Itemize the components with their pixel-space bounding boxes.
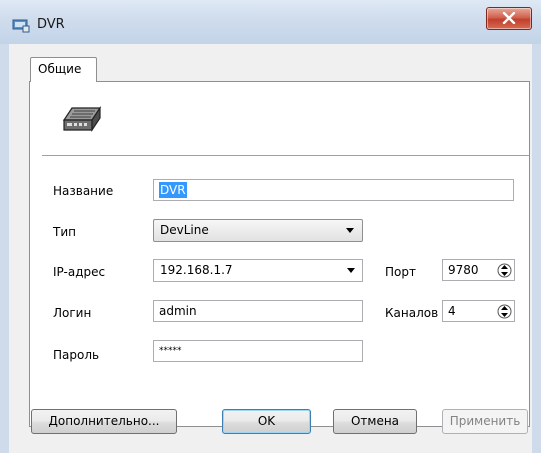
- type-label: Тип: [53, 225, 76, 239]
- close-button[interactable]: [486, 7, 532, 30]
- port-spinbox-value: 9780: [448, 263, 479, 277]
- close-icon: [502, 12, 516, 24]
- login-input[interactable]: admin: [153, 300, 363, 322]
- apply-button[interactable]: Применить: [442, 409, 528, 434]
- ip-combo[interactable]: 192.168.1.7: [153, 259, 363, 282]
- dvr-device-icon: [62, 102, 102, 139]
- cancel-button[interactable]: Отмена: [333, 409, 417, 434]
- ip-label: IP-адрес: [53, 265, 106, 279]
- port-spinbox[interactable]: 9780: [442, 259, 515, 281]
- window-title: DVR: [37, 17, 65, 32]
- port-label: Порт: [385, 265, 416, 279]
- login-label: Логин: [53, 306, 92, 320]
- password-input-value: *****: [159, 346, 182, 356]
- tab-general-label: Общие: [38, 62, 82, 76]
- password-input[interactable]: *****: [153, 340, 363, 362]
- chevron-down-icon: [347, 268, 355, 273]
- ip-combo-value: 192.168.1.7: [160, 263, 233, 277]
- type-select-value: DevLine: [160, 223, 209, 237]
- tab-panel-general: Название DVR Тип DevLine IP-адрес 192.16…: [29, 81, 530, 427]
- channels-spinbox[interactable]: 4: [442, 300, 515, 322]
- advanced-button[interactable]: Дополнительно...: [31, 409, 177, 434]
- channels-label: Каналов: [385, 306, 439, 320]
- ok-button[interactable]: OK: [222, 409, 311, 434]
- chevron-down-icon: [346, 228, 354, 233]
- password-label: Пароль: [53, 348, 100, 362]
- channels-spinbox-value: 4: [448, 304, 456, 318]
- dvr-app-icon: [12, 17, 30, 33]
- login-input-value: admin: [159, 304, 197, 318]
- spin-arrows-icon: [497, 263, 512, 278]
- title-bar: DVR: [0, 0, 541, 45]
- channels-spin-buttons[interactable]: [497, 302, 512, 321]
- window-frame-right: [532, 44, 541, 453]
- type-select[interactable]: DevLine: [153, 219, 363, 242]
- window-frame-left: [0, 44, 9, 453]
- name-input[interactable]: DVR: [153, 179, 514, 201]
- tab-general[interactable]: Общие: [30, 57, 97, 82]
- name-label: Название: [53, 184, 114, 198]
- header-separator: [42, 155, 529, 156]
- dialog-client-area: Общие Название DVR Тип DevLine IP-адрес …: [9, 44, 532, 453]
- port-spin-buttons[interactable]: [497, 261, 512, 280]
- name-input-value: DVR: [159, 182, 187, 198]
- spin-arrows-icon: [497, 304, 512, 319]
